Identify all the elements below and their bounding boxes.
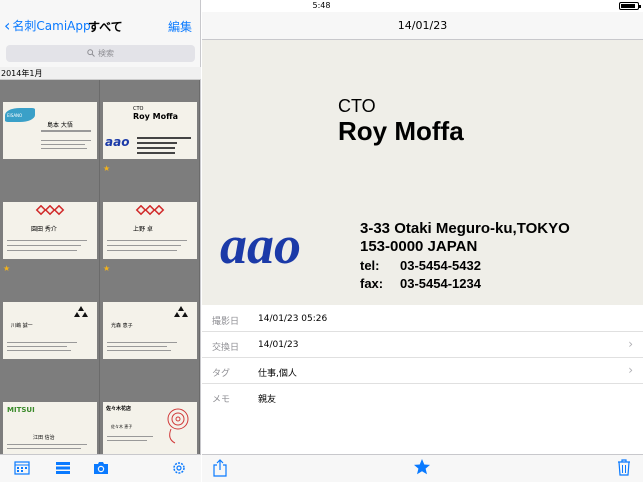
card-thumbnail[interactable]: 佐々木花店 佐々木 恵子 — [100, 380, 200, 454]
detail-row-memo[interactable]: メモ 親友 — [202, 384, 643, 410]
card-name: 江田 信治 — [33, 435, 55, 441]
company-name: 佐々木花店 — [106, 406, 132, 412]
card-thumbnail[interactable]: 園田 秀介 ★ — [0, 180, 100, 280]
back-label: 名刺CamiApp — [12, 19, 91, 33]
card-thumbnail[interactable]: 川嶋 誠一 — [0, 280, 100, 380]
chevron-right-icon: › — [628, 337, 633, 351]
star-icon: ★ — [3, 264, 11, 273]
detail-row-tags[interactable]: タグ 仕事,個人 › — [202, 358, 643, 384]
card-name: 園田 秀介 — [31, 226, 57, 233]
share-icon[interactable] — [212, 458, 228, 482]
calendar-icon[interactable] — [14, 460, 30, 480]
company-logo — [135, 205, 165, 216]
fax-value: 03-5454-1234 — [400, 276, 481, 291]
card-image: EISANO 島本 大悟 — [3, 102, 97, 159]
left-navbar: ‹ 名刺CamiApp すべて 編集 — [0, 12, 201, 40]
battery-icon — [619, 2, 641, 10]
search-input[interactable]: 検索 — [6, 45, 195, 62]
card-image: MITSUI 江田 信治 — [3, 402, 97, 454]
row-value: 仕事,個人 — [258, 369, 297, 379]
left-title: すべて — [88, 20, 123, 34]
fax-label: fax: — [360, 276, 384, 291]
flower-logo — [167, 408, 189, 444]
business-card-image[interactable]: CTO Roy Moffa aao 3-33 Otaki Meguro-ku,T… — [202, 40, 643, 305]
gear-icon[interactable] — [171, 460, 187, 480]
company-logo — [35, 205, 65, 216]
card-name: 川嶋 誠一 — [11, 323, 33, 329]
card-name: 光森 恵子 — [111, 323, 133, 329]
card-thumbnail[interactable]: 上野 卓 ★ — [100, 180, 200, 280]
detail-title: 14/01/23 — [397, 19, 448, 32]
tel-label: tel: — [360, 258, 380, 273]
company-logo: aao — [105, 135, 130, 149]
card-thumbnail[interactable]: 光森 恵子 — [100, 280, 200, 380]
trash-icon[interactable] — [616, 458, 632, 480]
card-name: 佐々木 恵子 — [111, 424, 133, 429]
star-icon[interactable] — [413, 458, 431, 480]
card-title: CTO — [338, 96, 376, 116]
back-button[interactable]: ‹ 名刺CamiApp — [4, 17, 91, 34]
card-image: 上野 卓 — [103, 202, 197, 259]
edit-button[interactable]: 編集 — [168, 18, 192, 35]
company-logo — [174, 306, 188, 317]
company-logo — [74, 306, 88, 317]
card-thumbnail[interactable]: EISANO 島本 大悟 — [0, 80, 100, 180]
card-address: 3-33 Otaki Meguro-ku,TOKYO — [360, 220, 570, 237]
card-name: Roy Moffa — [133, 112, 178, 121]
card-image: 園田 秀介 — [3, 202, 97, 259]
card-thumbnail[interactable]: MITSUI 江田 信治 — [0, 380, 100, 454]
search-placeholder: 検索 — [98, 49, 114, 58]
company-name: EISANO — [7, 113, 23, 118]
card-image: 佐々木花店 佐々木 恵子 — [103, 402, 197, 454]
row-value: 14/01/23 — [258, 340, 299, 350]
list-icon[interactable] — [55, 460, 71, 480]
company-logo: MITSUI — [7, 406, 35, 414]
card-postal: 153-0000 JAPAN — [360, 238, 478, 255]
card-grid: EISANO 島本 大悟 CTO Roy Moffa aao ★ 園田 秀介 ★… — [0, 80, 200, 454]
search-icon — [87, 48, 95, 59]
card-image: 川嶋 誠一 — [3, 302, 97, 359]
card-name: 上野 卓 — [133, 226, 153, 233]
row-label: メモ — [212, 395, 231, 405]
card-name: 島本 大悟 — [47, 122, 73, 129]
company-logo: aao — [220, 215, 301, 275]
row-value: 親友 — [258, 395, 277, 405]
tel-value: 03-5454-5432 — [400, 258, 481, 273]
star-icon: ★ — [103, 164, 111, 173]
star-icon: ★ — [103, 264, 111, 273]
card-thumbnail[interactable]: CTO Roy Moffa aao ★ — [100, 80, 200, 180]
card-details: 撮影日 14/01/23 05:26 交換日 14/01/23 › タグ 仕事,… — [202, 306, 643, 454]
detail-navbar: 14/01/23 — [202, 12, 643, 40]
chevron-right-icon: › — [628, 363, 633, 377]
card-name: Roy Moffa — [338, 116, 464, 146]
row-label: 撮影日 — [212, 317, 240, 327]
chevron-left-icon: ‹ — [4, 15, 11, 35]
detail-toolbar — [202, 454, 643, 482]
card-image: 光森 恵子 — [103, 302, 197, 359]
row-label: 交換日 — [212, 343, 240, 353]
left-toolbar — [0, 454, 201, 482]
row-value: 14/01/23 05:26 — [258, 314, 328, 324]
section-header: 2014年1月 — [0, 67, 201, 80]
camera-icon[interactable] — [92, 460, 110, 480]
detail-row-shot-date: 撮影日 14/01/23 05:26 — [202, 306, 643, 332]
card-list-pane: ‹ 名刺CamiApp すべて 編集 検索 2014年1月 EISANO 島本 … — [0, 0, 201, 482]
detail-row-exchange-date[interactable]: 交換日 14/01/23 › — [202, 332, 643, 358]
row-label: タグ — [212, 369, 231, 379]
card-image: CTO Roy Moffa aao — [103, 102, 197, 159]
